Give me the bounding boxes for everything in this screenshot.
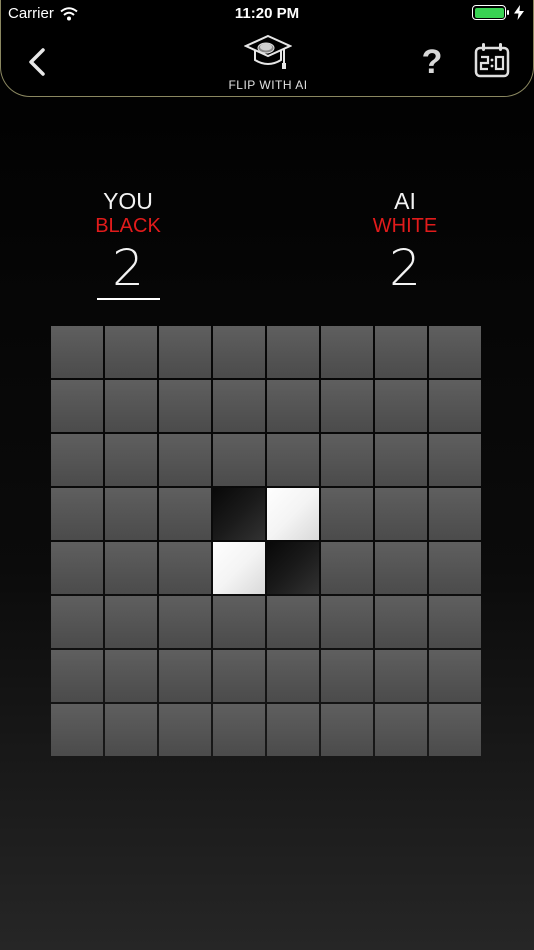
board-cell[interactable]	[429, 704, 481, 756]
board-cell[interactable]	[267, 434, 319, 486]
board-cell[interactable]	[51, 434, 103, 486]
board-cell[interactable]	[51, 380, 103, 432]
board-cell[interactable]	[51, 650, 103, 702]
board-cell[interactable]	[375, 488, 427, 540]
board-cell[interactable]	[159, 704, 211, 756]
board-cell[interactable]	[429, 326, 481, 378]
board-cell[interactable]	[429, 380, 481, 432]
board-cell[interactable]	[321, 434, 373, 486]
board-cell[interactable]	[321, 596, 373, 648]
board-cell-white[interactable]	[213, 542, 265, 594]
board-cell[interactable]	[267, 650, 319, 702]
status-time: 11:20 PM	[234, 5, 300, 22]
board-cell[interactable]	[105, 596, 157, 648]
board-cell[interactable]	[159, 650, 211, 702]
player-you-name: YOU	[103, 188, 153, 214]
player-you-score: 2	[112, 239, 144, 297]
board-cell[interactable]	[321, 650, 373, 702]
board-cell[interactable]	[375, 326, 427, 378]
board-cell[interactable]	[105, 434, 157, 486]
board-cell[interactable]	[321, 542, 373, 594]
board-cell[interactable]	[105, 488, 157, 540]
board-cell[interactable]	[213, 650, 265, 702]
board-cell[interactable]	[159, 380, 211, 432]
status-bar: Carrier 11:20 PM	[0, 0, 534, 28]
board-cell[interactable]	[105, 380, 157, 432]
board-cell[interactable]	[429, 488, 481, 540]
board-cell[interactable]	[51, 488, 103, 540]
graduation-cap-icon	[244, 34, 292, 69]
player-you-panel: YOU BLACK 2	[58, 188, 198, 300]
board-cell[interactable]	[51, 704, 103, 756]
board-cell[interactable]	[375, 380, 427, 432]
help-button[interactable]: ?	[415, 42, 449, 82]
board-cell[interactable]	[105, 326, 157, 378]
charging-bolt-icon	[514, 5, 524, 20]
game-board	[51, 326, 483, 758]
back-button[interactable]	[23, 44, 53, 80]
board-cell[interactable]	[321, 380, 373, 432]
board-cell[interactable]	[51, 542, 103, 594]
board-cell[interactable]	[213, 380, 265, 432]
board-cell-black[interactable]	[267, 542, 319, 594]
player-ai-name: AI	[394, 188, 416, 214]
player-ai-color: WHITE	[372, 215, 438, 237]
scoreboard-button[interactable]	[473, 42, 511, 80]
board-cell[interactable]	[267, 596, 319, 648]
player-ai-panel: AI WHITE 2	[335, 188, 475, 298]
board-cell[interactable]	[375, 650, 427, 702]
scoreboard-icon	[474, 43, 510, 78]
board-cell[interactable]	[159, 488, 211, 540]
board-cell-black[interactable]	[213, 488, 265, 540]
board-cell[interactable]	[213, 434, 265, 486]
board-cell[interactable]	[429, 542, 481, 594]
board-cell[interactable]	[159, 434, 211, 486]
turn-indicator	[96, 298, 160, 300]
board-cell[interactable]	[267, 326, 319, 378]
board-cell[interactable]	[159, 326, 211, 378]
player-ai-score: 2	[389, 239, 421, 297]
board-cell-white[interactable]	[267, 488, 319, 540]
board-cell[interactable]	[321, 488, 373, 540]
board-cell[interactable]	[51, 596, 103, 648]
board-cell[interactable]	[213, 704, 265, 756]
board-cell[interactable]	[159, 596, 211, 648]
board-cell[interactable]	[375, 434, 427, 486]
board-cell[interactable]	[105, 542, 157, 594]
board-cell[interactable]	[429, 596, 481, 648]
board-cell[interactable]	[159, 542, 211, 594]
board-cell[interactable]	[321, 326, 373, 378]
board-cell[interactable]	[429, 434, 481, 486]
board-cell[interactable]	[375, 542, 427, 594]
board-cell[interactable]	[105, 704, 157, 756]
board-cell[interactable]	[267, 380, 319, 432]
battery-icon	[472, 5, 509, 20]
board-cell[interactable]	[267, 704, 319, 756]
board-cell[interactable]	[375, 704, 427, 756]
board-cell[interactable]	[321, 704, 373, 756]
player-you-color: BLACK	[95, 215, 161, 237]
board-cell[interactable]	[105, 650, 157, 702]
board-cell[interactable]	[375, 596, 427, 648]
board-cell[interactable]	[429, 650, 481, 702]
board-cell[interactable]	[213, 326, 265, 378]
board-cell[interactable]	[51, 326, 103, 378]
nav-title: FLIP WITH AI	[228, 78, 308, 92]
board-cell[interactable]	[213, 596, 265, 648]
